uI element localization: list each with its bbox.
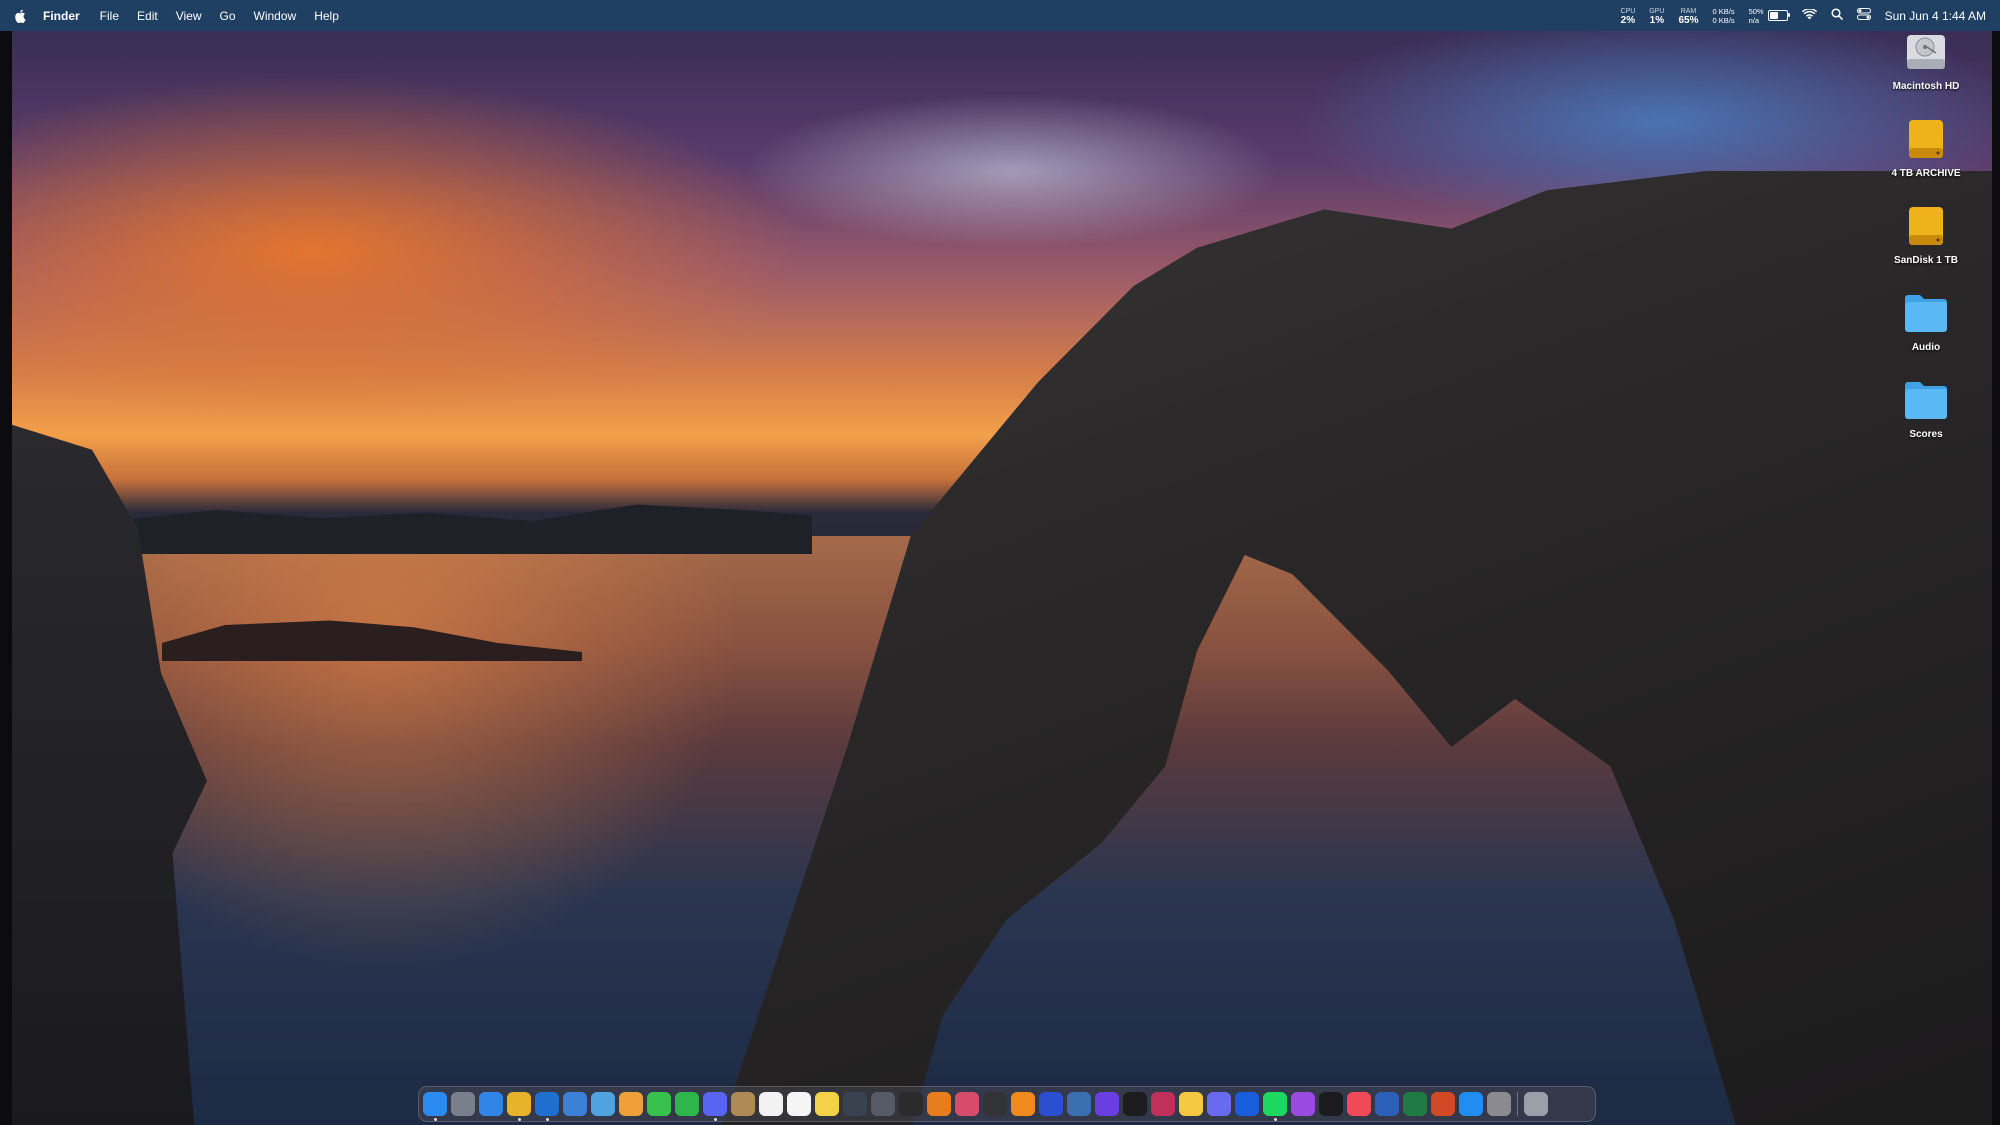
menu-view[interactable]: View [176,9,202,23]
cpu-value: 2% [1620,14,1636,26]
dock-app-powerpoint[interactable] [1431,1092,1455,1116]
desktop-item-scores[interactable]: Scores [1866,374,1986,461]
wallpaper-sea-glow [142,551,742,971]
dock-app-outlook[interactable] [535,1092,559,1121]
desktop-icons: Macintosh HD 4 TB ARCHIVE SanDisk 1 TB A… [1866,26,1986,461]
dock-app-messages[interactable] [647,1092,671,1116]
menu-file[interactable]: File [100,9,119,23]
dock-app-obs[interactable] [983,1092,1007,1116]
dock-app-davinci[interactable] [843,1092,867,1116]
dock-app-safari[interactable] [479,1092,503,1116]
dock-trash-icon[interactable] [1524,1092,1548,1116]
dock-app-launchpad[interactable] [451,1092,475,1116]
wifi-icon[interactable] [1801,7,1817,23]
running-indicator [518,1118,521,1121]
network-down: 0 KB/s [1712,15,1735,25]
dock-app-wavelab[interactable] [1151,1092,1175,1116]
dock-app-notes[interactable] [815,1092,839,1116]
dock-app-contacts[interactable] [731,1092,755,1116]
dock-app-chrome[interactable] [507,1092,531,1121]
dock-app-screens[interactable] [1207,1092,1231,1116]
battery-status-text: n/a [1748,15,1760,25]
menu-bar: Finder File Edit View Go Window Help CPU… [0,0,2000,31]
desktop-item-4tb-archive[interactable]: 4 TB ARCHIVE [1866,113,1986,200]
dock-app-miro[interactable] [1179,1092,1203,1116]
desktop-item-label: SanDisk 1 TB [1894,255,1958,266]
menu-window[interactable]: Window [254,9,297,23]
external-drive-icon [1900,200,1952,252]
dock-app-podcasts[interactable] [1291,1092,1315,1116]
dock-app-spotify[interactable] [1263,1092,1287,1121]
dock-app-vlc[interactable] [1011,1092,1035,1116]
dock-app-discord[interactable] [703,1092,727,1121]
running-indicator [546,1118,549,1121]
dock-app-terminal[interactable] [1123,1092,1147,1116]
dock-app-transmit[interactable] [1039,1092,1063,1116]
external-drive-icon [1900,113,1952,165]
dock-app-logic[interactable] [899,1092,923,1116]
menu-help[interactable]: Help [314,9,339,23]
ram-monitor[interactable]: RAM 65% [1678,7,1699,26]
control-center-icon[interactable] [1856,8,1871,23]
hard-drive-icon [1900,26,1952,78]
dock-app-facetime[interactable] [675,1092,699,1116]
desktop-item-macintosh-hd[interactable]: Macintosh HD [1866,26,1986,113]
dock-app-photos[interactable] [619,1092,643,1116]
dock-app-files[interactable] [563,1092,587,1116]
dock-app-dorico[interactable] [1095,1092,1119,1116]
desktop-item-label: Macintosh HD [1892,81,1960,92]
battery-percent: 50% [1748,6,1764,16]
dock-app-compressor[interactable] [871,1092,895,1116]
dock-app-app-store[interactable] [1459,1092,1483,1116]
dock-app-sonoma[interactable] [1067,1092,1091,1116]
running-indicator [714,1118,717,1121]
folder-icon [1900,287,1952,339]
menu-go[interactable]: Go [220,9,236,23]
spotlight-search-icon[interactable] [1831,8,1843,23]
dock-app-system-settings[interactable] [1487,1092,1511,1116]
folder-icon [1900,374,1952,426]
desktop-item-label: 4 TB ARCHIVE [1891,168,1961,179]
dock [418,1086,1596,1122]
running-indicator [1274,1118,1277,1121]
gpu-value: 1% [1649,14,1665,26]
dock-app-blender[interactable] [927,1092,951,1116]
desktop-item-audio[interactable]: Audio [1866,287,1986,374]
network-monitor[interactable]: 0 KB/s 0 KB/s [1712,7,1734,25]
dock-app-colorsync[interactable] [955,1092,979,1116]
menu-clock[interactable]: Sun Jun 4 1:44 AM [1885,9,1986,23]
cpu-monitor[interactable]: CPU 2% [1620,7,1636,26]
dock-app-calendar[interactable] [759,1092,783,1116]
dock-app-news[interactable] [1347,1092,1371,1116]
dock-separator [1517,1092,1518,1116]
dock-app-finder[interactable] [423,1092,447,1121]
wallpaper-hills [112,504,812,554]
battery-status[interactable]: 50% n/a [1748,6,1790,25]
desktop-item-sandisk-1tb[interactable]: SanDisk 1 TB [1866,200,1986,287]
dock-app-excel[interactable] [1403,1092,1427,1116]
desktop-item-label: Audio [1911,342,1941,353]
gpu-monitor[interactable]: GPU 1% [1649,7,1665,26]
dock-app-preview[interactable] [591,1092,615,1116]
dock-app-apple-tv[interactable] [1319,1092,1343,1116]
apple-menu-icon[interactable] [13,9,27,23]
dock-app-reminders[interactable] [787,1092,811,1116]
desktop-wallpaper [12,31,1992,1125]
menu-app-finder[interactable]: Finder [43,9,80,23]
running-indicator [434,1118,437,1121]
dock-app-word[interactable] [1375,1092,1399,1116]
ram-value: 65% [1678,14,1699,26]
desktop-item-label: Scores [1909,429,1943,440]
dock-app-bitwarden[interactable] [1235,1092,1259,1116]
menu-edit[interactable]: Edit [137,9,158,23]
battery-fill [1769,12,1778,19]
network-up: 0 KB/s [1712,6,1735,16]
battery-icon [1767,10,1790,21]
